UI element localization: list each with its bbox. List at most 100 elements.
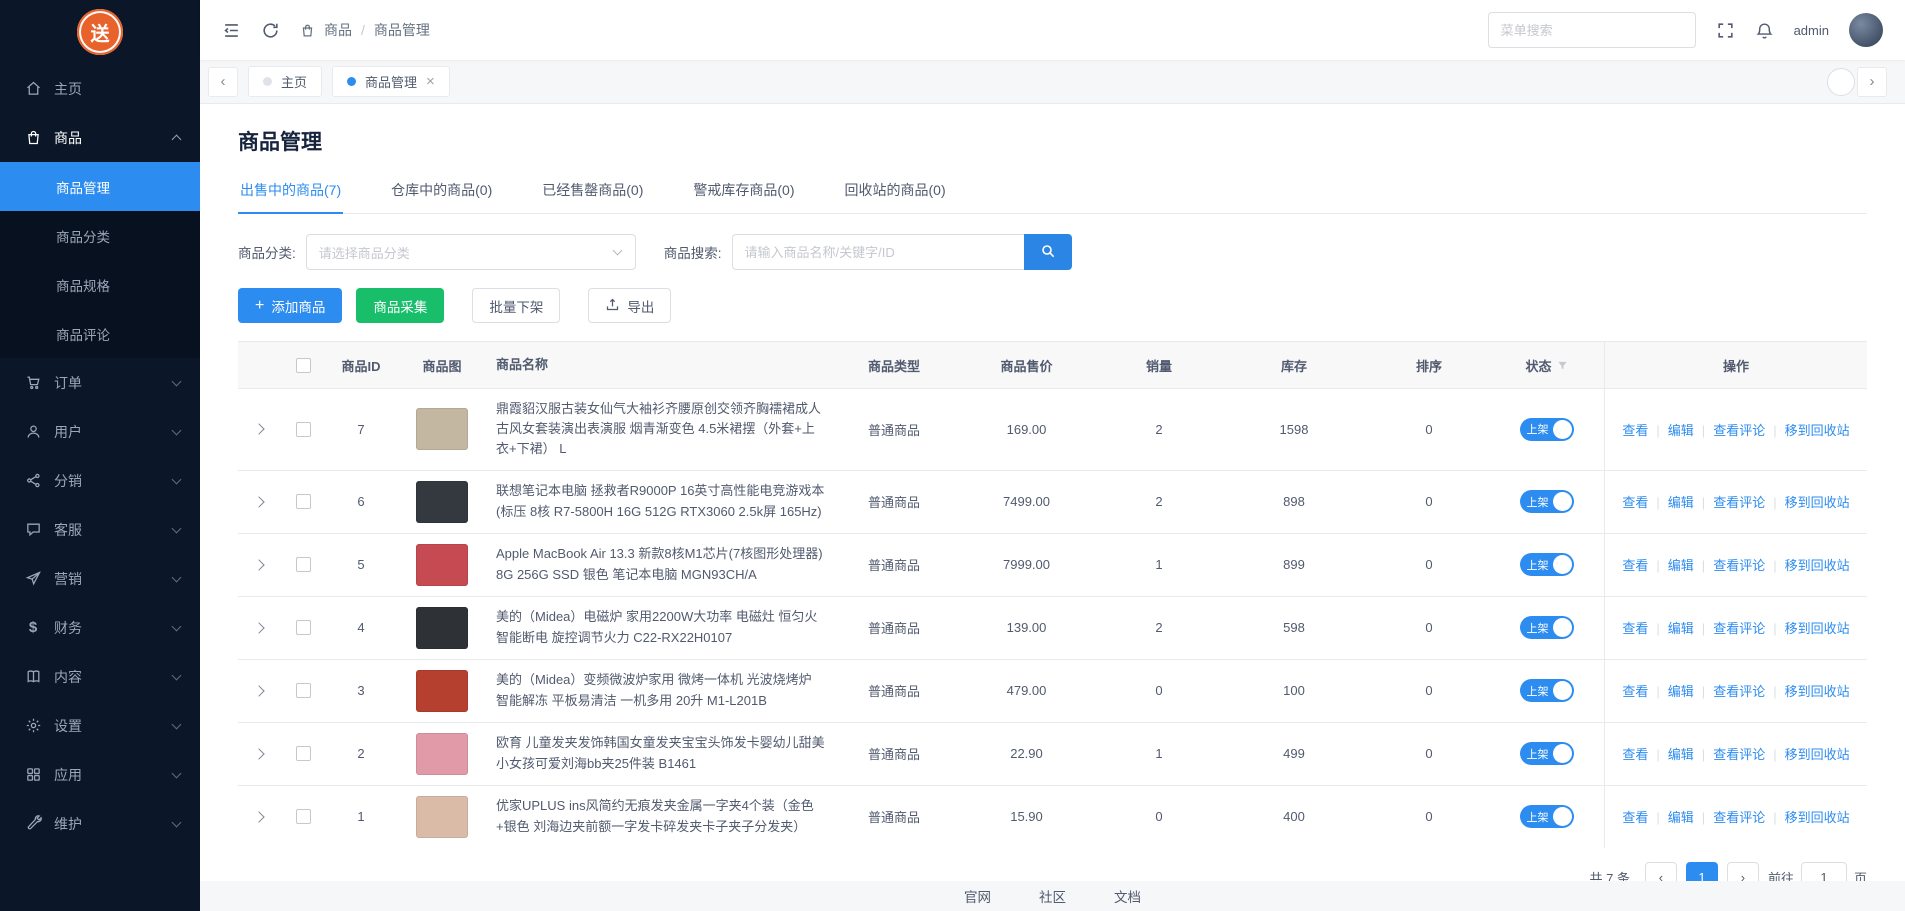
pagination-next-button[interactable]: › (1727, 862, 1759, 881)
sidebar-item-content[interactable]: 内容 (0, 652, 200, 701)
row-expand-icon[interactable] (253, 811, 264, 822)
footer-link-official-site[interactable]: 官网 (964, 886, 991, 906)
export-button[interactable]: 导出 (588, 288, 671, 323)
tab-stock-alert[interactable]: 警戒库存商品(0) (691, 170, 796, 213)
move-to-recycle-link[interactable]: 移到回收站 (1765, 492, 1849, 511)
edit-link[interactable]: 编辑 (1648, 492, 1693, 511)
sidebar-subitem-product-spec[interactable]: 商品规格 (0, 260, 200, 309)
bell-icon[interactable] (1755, 21, 1774, 40)
view-comments-link[interactable]: 查看评论 (1694, 492, 1765, 511)
sidebar-item-settings[interactable]: 设置 (0, 701, 200, 750)
view-comments-link[interactable]: 查看评论 (1694, 555, 1765, 574)
tab-in-warehouse[interactable]: 仓库中的商品(0) (389, 170, 494, 213)
edit-link[interactable]: 编辑 (1648, 744, 1693, 763)
sidebar-collapse-icon[interactable] (222, 21, 241, 40)
view-comments-link[interactable]: 查看评论 (1694, 618, 1765, 637)
row-checkbox[interactable] (296, 683, 311, 698)
row-checkbox[interactable] (296, 422, 311, 437)
status-toggle[interactable]: 上架 (1520, 553, 1574, 576)
edit-link[interactable]: 编辑 (1648, 420, 1693, 439)
move-to-recycle-link[interactable]: 移到回收站 (1765, 744, 1849, 763)
tab-sold-out[interactable]: 已经售罄商品(0) (540, 170, 645, 213)
footer-link-docs[interactable]: 文档 (1114, 886, 1141, 906)
row-checkbox[interactable] (296, 494, 311, 509)
status-toggle[interactable]: 上架 (1520, 490, 1574, 513)
sidebar-subitem-product-management[interactable]: 商品管理 (0, 162, 200, 211)
category-select[interactable]: 请选择商品分类 (306, 234, 636, 270)
row-expand-icon[interactable] (253, 559, 264, 570)
sidebar-item-marketing[interactable]: 营销 (0, 554, 200, 603)
view-comments-link[interactable]: 查看评论 (1694, 744, 1765, 763)
row-checkbox[interactable] (296, 746, 311, 761)
sidebar-item-orders[interactable]: 订单 (0, 358, 200, 407)
sidebar-subitem-product-category[interactable]: 商品分类 (0, 211, 200, 260)
row-checkbox[interactable] (296, 620, 311, 635)
tab-home[interactable]: 主页 (248, 66, 322, 97)
row-expand-icon[interactable] (253, 496, 264, 507)
status-toggle[interactable]: 上架 (1520, 679, 1574, 702)
fullscreen-icon[interactable] (1716, 21, 1735, 40)
sidebar-item-products[interactable]: 商品 (0, 113, 200, 162)
close-tab-icon[interactable]: × (426, 74, 435, 89)
row-expand-icon[interactable] (253, 424, 264, 435)
view-link[interactable]: 查看 (1622, 420, 1648, 439)
move-to-recycle-link[interactable]: 移到回收站 (1765, 807, 1849, 826)
row-checkbox[interactable] (296, 809, 311, 824)
view-link[interactable]: 查看 (1622, 744, 1648, 763)
add-product-button[interactable]: + 添加商品 (238, 288, 342, 323)
search-button[interactable] (1024, 234, 1072, 270)
sidebar-item-distribution[interactable]: 分销 (0, 456, 200, 505)
view-link[interactable]: 查看 (1622, 618, 1648, 637)
sidebar-subitem-product-comments[interactable]: 商品评论 (0, 309, 200, 358)
view-comments-link[interactable]: 查看评论 (1694, 681, 1765, 700)
edit-link[interactable]: 编辑 (1648, 618, 1693, 637)
breadcrumb-root[interactable]: 商品 (324, 20, 352, 40)
status-toggle[interactable]: 上架 (1520, 616, 1574, 639)
edit-link[interactable]: 编辑 (1648, 555, 1693, 574)
footer-link-community[interactable]: 社区 (1039, 886, 1066, 906)
status-toggle[interactable]: 上架 (1520, 805, 1574, 828)
row-expand-icon[interactable] (253, 622, 264, 633)
sidebar-item-service[interactable]: 客服 (0, 505, 200, 554)
sidebar-item-finance[interactable]: $ 财务 (0, 603, 200, 652)
edit-link[interactable]: 编辑 (1648, 681, 1693, 700)
view-comments-link[interactable]: 查看评论 (1694, 807, 1765, 826)
tab-recycle-bin[interactable]: 回收站的商品(0) (843, 170, 948, 213)
tab-scroll-right-button[interactable]: › (1857, 67, 1887, 97)
goto-page-input[interactable] (1801, 862, 1847, 881)
view-link[interactable]: 查看 (1622, 681, 1648, 700)
row-expand-icon[interactable] (253, 685, 264, 696)
status-toggle[interactable]: 上架 (1520, 742, 1574, 765)
view-link[interactable]: 查看 (1622, 555, 1648, 574)
tab-product-management[interactable]: 商品管理 × (332, 66, 450, 97)
product-search-input[interactable] (732, 234, 1024, 270)
sidebar-item-apps[interactable]: 应用 (0, 750, 200, 799)
tab-scroll-left-button[interactable]: ‹ (208, 67, 238, 97)
edit-link[interactable]: 编辑 (1648, 807, 1693, 826)
refresh-icon[interactable] (261, 21, 280, 40)
view-link[interactable]: 查看 (1622, 807, 1648, 826)
row-checkbox[interactable] (296, 557, 311, 572)
move-to-recycle-link[interactable]: 移到回收站 (1765, 681, 1849, 700)
avatar[interactable] (1849, 13, 1883, 47)
menu-search-input[interactable] (1488, 12, 1696, 48)
batch-off-shelf-button[interactable]: 批量下架 (472, 288, 560, 323)
pagination-prev-button[interactable]: ‹ (1645, 862, 1677, 881)
move-to-recycle-link[interactable]: 移到回收站 (1765, 618, 1849, 637)
tab-on-sale[interactable]: 出售中的商品(7) (238, 170, 343, 214)
move-to-recycle-link[interactable]: 移到回收站 (1765, 555, 1849, 574)
row-expand-icon[interactable] (253, 748, 264, 759)
status-filter-icon[interactable] (1557, 360, 1568, 371)
sidebar-item-maintenance[interactable]: 维护 (0, 799, 200, 848)
status-toggle[interactable]: 上架 (1520, 418, 1574, 441)
tab-options-button[interactable] (1827, 68, 1855, 96)
username-label[interactable]: admin (1794, 23, 1829, 38)
move-to-recycle-link[interactable]: 移到回收站 (1765, 420, 1849, 439)
select-all-checkbox[interactable] (296, 358, 311, 373)
sidebar-item-home[interactable]: 主页 (0, 64, 200, 113)
pagination-page-1-button[interactable]: 1 (1686, 862, 1718, 881)
collect-product-button[interactable]: 商品采集 (356, 288, 444, 323)
view-link[interactable]: 查看 (1622, 492, 1648, 511)
sidebar-item-users[interactable]: 用户 (0, 407, 200, 456)
view-comments-link[interactable]: 查看评论 (1694, 420, 1765, 439)
